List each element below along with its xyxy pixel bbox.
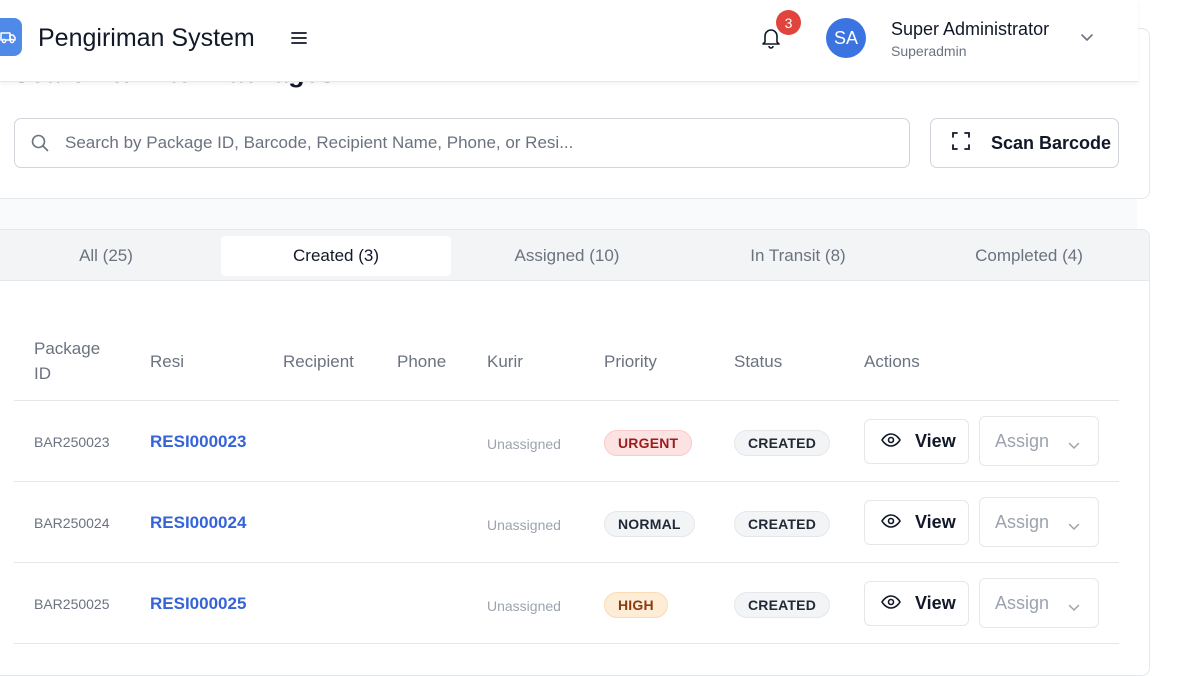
- status-tabs: All (25) Created (3) Assigned (10) In Tr…: [0, 230, 1149, 281]
- scan-barcode-label: Scan Barcode: [991, 132, 1112, 153]
- tab-completed[interactable]: Completed (4): [914, 236, 1144, 276]
- package-id-cell: BAR250024: [34, 515, 110, 531]
- package-id-cell: BAR250025: [34, 596, 110, 612]
- column-header-package-id: Package ID: [34, 339, 101, 383]
- column-header-resi: Resi: [150, 352, 185, 371]
- row-divider: [14, 481, 1119, 482]
- view-button-label: View: [915, 593, 956, 613]
- column-header-phone: Phone: [397, 352, 447, 371]
- search-icon: [15, 118, 65, 168]
- avatar[interactable]: SA: [826, 18, 866, 58]
- view-button-label: View: [915, 512, 956, 532]
- kurir-cell: Unassigned: [487, 598, 561, 614]
- user-role: Superadmin: [891, 43, 967, 59]
- view-button[interactable]: View: [864, 581, 969, 626]
- priority-badge: NORMAL: [604, 511, 695, 537]
- status-badge: CREATED: [734, 430, 831, 456]
- tab-all[interactable]: All (25): [0, 236, 221, 276]
- top-header: Pengiriman System 3 SA Super Administrat…: [0, 0, 1138, 82]
- column-header-priority: Priority: [604, 352, 657, 371]
- view-button[interactable]: View: [864, 500, 969, 545]
- tab-created[interactable]: Created (3): [221, 236, 451, 276]
- resi-link[interactable]: RESI000025: [150, 594, 246, 614]
- scan-barcode-button[interactable]: Scan Barcode: [930, 118, 1119, 168]
- assign-placeholder: Assign: [995, 511, 1050, 532]
- kurir-cell: Unassigned: [487, 436, 561, 452]
- row-divider: [14, 643, 1119, 644]
- user-name: Super Administrator: [891, 19, 1050, 39]
- assign-kurir-select[interactable]: Assign: [979, 497, 1099, 547]
- column-header-kurir: Kurir: [487, 352, 523, 371]
- package-id-cell: BAR250023: [34, 434, 110, 450]
- assign-kurir-select[interactable]: Assign: [979, 416, 1099, 466]
- column-header-status: Status: [734, 352, 783, 371]
- chevron-down-icon: [1068, 434, 1080, 455]
- search-field[interactable]: [14, 118, 910, 168]
- tab-assigned[interactable]: Assigned (10): [452, 236, 682, 276]
- eye-icon: [881, 431, 901, 452]
- eye-icon: [881, 512, 901, 533]
- resi-link[interactable]: RESI000023: [150, 432, 246, 452]
- assign-placeholder: Assign: [995, 592, 1050, 613]
- chevron-down-icon: [1068, 515, 1080, 536]
- column-header-actions: Actions: [864, 352, 920, 371]
- column-header-recipient: Recipient: [283, 352, 354, 371]
- eye-icon: [881, 593, 901, 614]
- hamburger-menu-icon[interactable]: [286, 26, 312, 50]
- kurir-cell: Unassigned: [487, 517, 561, 533]
- view-button[interactable]: View: [864, 419, 969, 464]
- search-input[interactable]: [65, 133, 909, 153]
- assign-kurir-select[interactable]: Assign: [979, 578, 1099, 628]
- view-button-label: View: [915, 431, 956, 451]
- chevron-down-icon[interactable]: [1078, 28, 1096, 46]
- status-badge: CREATED: [734, 592, 831, 618]
- resi-link[interactable]: RESI000024: [150, 513, 246, 533]
- truck-icon: [0, 18, 22, 56]
- chevron-down-icon: [1068, 596, 1080, 617]
- priority-badge: URGENT: [604, 430, 693, 456]
- table-header-divider: [14, 400, 1119, 401]
- row-divider: [14, 562, 1119, 563]
- tab-in-transit[interactable]: In Transit (8): [683, 236, 913, 276]
- notification-count-badge: 3: [776, 10, 801, 35]
- assign-placeholder: Assign: [995, 430, 1050, 451]
- status-badge: CREATED: [734, 511, 831, 537]
- scan-frame-icon: [951, 131, 971, 156]
- priority-badge: HIGH: [604, 592, 668, 618]
- page-background-strip: [0, 199, 1137, 230]
- app-title: Pengiriman System: [38, 24, 255, 52]
